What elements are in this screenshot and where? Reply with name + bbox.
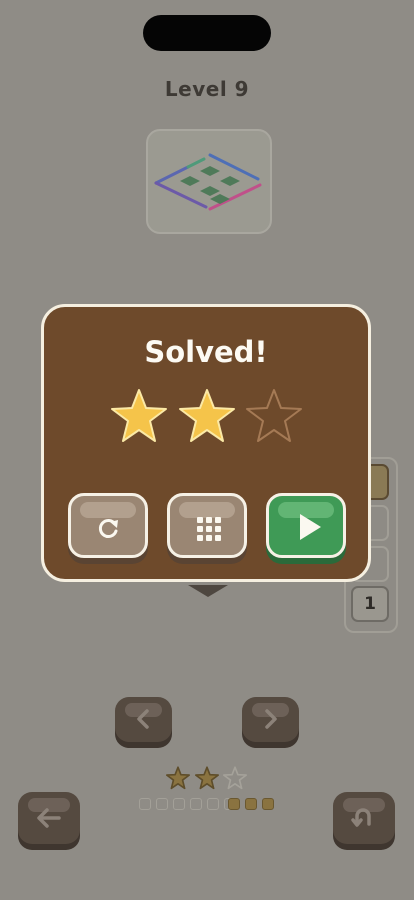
star-earned-icon <box>110 388 168 448</box>
level-progress-square-filled <box>245 798 257 810</box>
chevron-left-icon <box>137 709 149 729</box>
solved-title: Solved! <box>144 335 268 369</box>
progress-star-empty-icon <box>223 766 247 794</box>
chevron-right-icon <box>265 709 277 729</box>
level-progress-square-filled <box>228 798 240 810</box>
refresh-icon <box>98 519 118 538</box>
next-level-button[interactable] <box>266 493 346 558</box>
back-button[interactable] <box>18 792 80 844</box>
puzzle-preview-icon <box>154 153 262 211</box>
star-empty-icon <box>245 388 303 448</box>
play-icon <box>300 514 321 540</box>
progress-star-earned-icon <box>166 766 190 794</box>
level-progress-square <box>207 798 219 810</box>
level-progress-square <box>173 798 185 810</box>
next-level-arrow-button[interactable] <box>242 697 299 742</box>
progress-star-earned-icon <box>195 766 219 794</box>
grid-icon <box>197 517 221 541</box>
undo-button[interactable] <box>333 792 395 844</box>
level-progress-square <box>190 798 202 810</box>
level-progress-square <box>139 798 151 810</box>
level-progress-square-filled <box>262 798 274 810</box>
arrow-left-icon <box>37 808 61 828</box>
star-earned-icon <box>178 388 236 448</box>
button-highlight <box>179 502 235 518</box>
puzzle-preview <box>146 129 272 234</box>
level-progress-square <box>156 798 168 810</box>
level-select-button[interactable] <box>167 493 247 558</box>
device-notch <box>143 15 271 51</box>
restart-button[interactable] <box>68 493 148 558</box>
prev-level-button[interactable] <box>115 697 172 742</box>
level-title: Level 9 <box>164 77 250 101</box>
undo-icon <box>351 808 371 827</box>
piece-count: 1 <box>351 586 389 622</box>
board-edge <box>188 582 228 597</box>
board-edge-icon <box>188 585 228 597</box>
